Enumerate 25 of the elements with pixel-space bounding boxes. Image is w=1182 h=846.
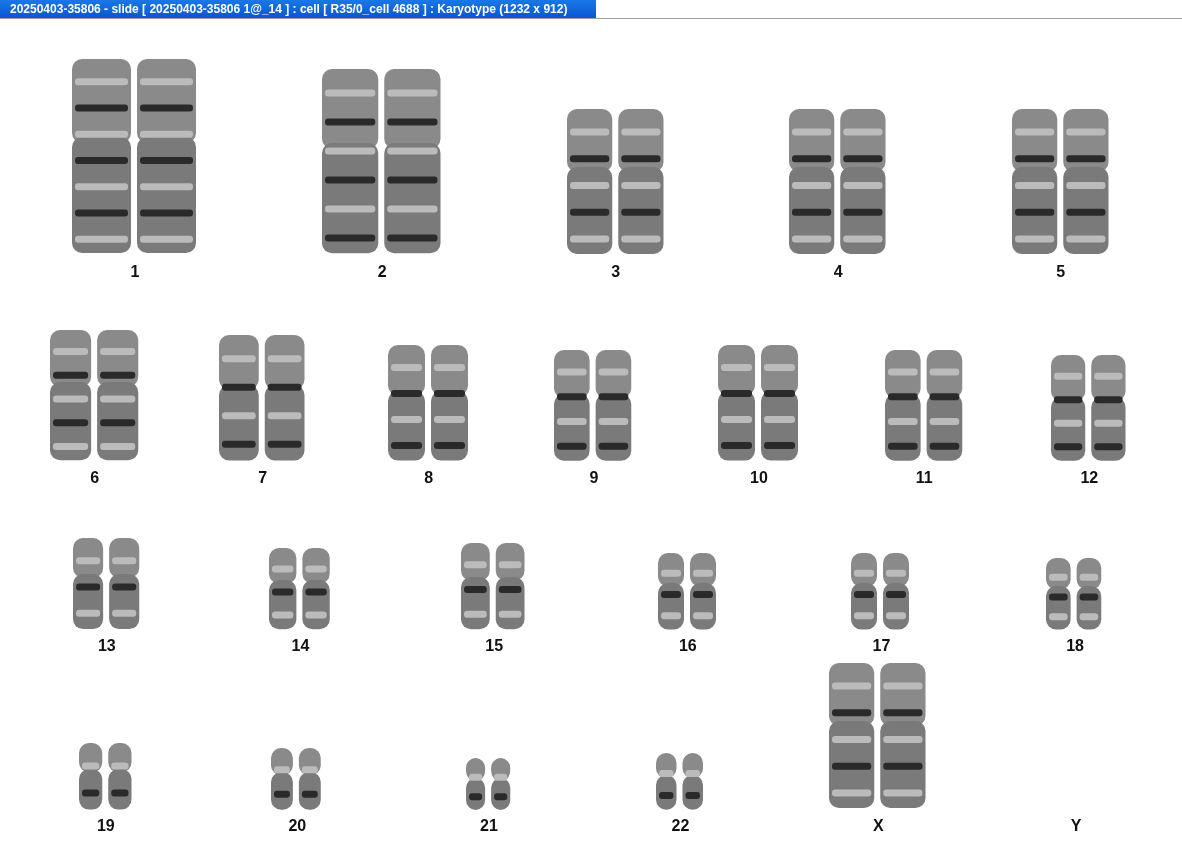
chromosome-number: 20	[288, 817, 307, 835]
chromosome-number: 17	[872, 637, 891, 655]
chromosome-number: 16	[678, 637, 697, 655]
chromosome-number: 2	[377, 263, 387, 281]
window-title: 20250403-35806 - slide [ 20250403-35806 1@_14 ] : cell [ R35/0_cell 4688 ] : Karyotype (1232 x 912)	[0, 0, 596, 18]
chromosome-number: 7	[258, 469, 268, 487]
chromosome-number: X	[873, 817, 884, 835]
chromosome-number: 21	[480, 817, 498, 835]
chromosome-number: 22	[671, 817, 690, 835]
chromosome-number: 8	[424, 469, 434, 487]
chromosome-number: 5	[1056, 263, 1066, 281]
chromosome-number: 19	[96, 817, 115, 835]
chromosome-number: 3	[611, 263, 621, 281]
chromosome-number: 13	[97, 637, 116, 655]
chromosome-number: 4	[833, 263, 843, 281]
chromosome-number: 6	[90, 469, 100, 487]
chromosome-number: 1	[130, 263, 140, 281]
chromosome-number: Y	[1070, 817, 1082, 835]
chromosome-number: 12	[1080, 469, 1099, 487]
chromosome-number: 15	[485, 637, 504, 655]
chromosome-number: 10	[750, 469, 768, 487]
chromosome-number: 11	[915, 469, 933, 487]
chromosome-number: 14	[291, 637, 310, 655]
chromosome-number: 18	[1066, 637, 1084, 655]
chromosome-number: 9	[589, 469, 599, 487]
